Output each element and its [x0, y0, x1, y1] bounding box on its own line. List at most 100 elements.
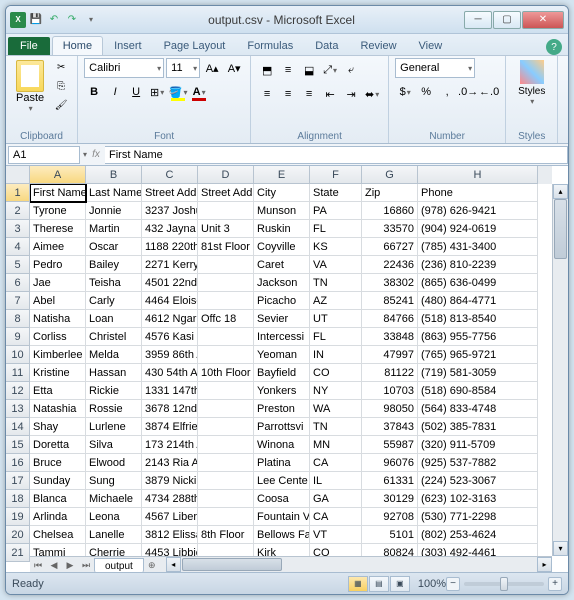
cell[interactable]: Etta	[30, 382, 86, 400]
italic-button[interactable]: I	[105, 82, 125, 102]
zoom-thumb[interactable]	[500, 577, 508, 591]
cell[interactable]: Doretta	[30, 436, 86, 454]
cell[interactable]: Yonkers	[254, 382, 310, 400]
save-icon[interactable]: 💾	[28, 12, 44, 28]
name-box[interactable]: A1	[8, 146, 80, 164]
select-all-corner[interactable]	[6, 166, 30, 184]
align-top-button[interactable]: ⬒	[257, 60, 277, 80]
cell[interactable]: Yeoman	[254, 346, 310, 364]
border-button[interactable]: ⊞▾	[147, 82, 167, 102]
tab-data[interactable]: Data	[304, 36, 349, 55]
cell[interactable]: 1188 220th	[142, 238, 198, 256]
new-sheet-button[interactable]: ⊕	[144, 560, 160, 571]
cell[interactable]: 4576 Kasi St	[142, 328, 198, 346]
underline-button[interactable]: U	[126, 82, 146, 102]
cell[interactable]: Silva	[86, 436, 142, 454]
align-middle-button[interactable]: ≡	[278, 60, 298, 80]
styles-button[interactable]: Styles ▾	[512, 58, 551, 108]
cell[interactable]: Jackson	[254, 274, 310, 292]
increase-indent-button[interactable]: ⇥	[341, 84, 361, 104]
cell[interactable]: Coyville	[254, 238, 310, 256]
cells-button[interactable]: Cells ▾	[564, 58, 569, 108]
percent-button[interactable]: %	[416, 82, 436, 102]
cell[interactable]: Shay	[30, 418, 86, 436]
tab-home[interactable]: Home	[52, 36, 103, 55]
cell[interactable]: (480) 864-4771	[418, 292, 538, 310]
cell[interactable]: 22436	[362, 256, 418, 274]
cell[interactable]	[198, 472, 254, 490]
tab-review[interactable]: Review	[349, 36, 407, 55]
align-right-button[interactable]: ≡	[299, 84, 319, 104]
cell[interactable]: (224) 523-3067	[418, 472, 538, 490]
cell[interactable]: Sung	[86, 472, 142, 490]
cell[interactable]: (978) 626-9421	[418, 202, 538, 220]
cell[interactable]: Bailey	[86, 256, 142, 274]
cell[interactable]: Picacho	[254, 292, 310, 310]
minimize-button[interactable]: ─	[464, 11, 492, 29]
cell[interactable]: Sunday	[30, 472, 86, 490]
cell[interactable]: 30129	[362, 490, 418, 508]
orientation-button[interactable]: ⤢▾	[320, 60, 340, 80]
cell[interactable]: (865) 636-0499	[418, 274, 538, 292]
row-header[interactable]: 18	[6, 490, 30, 508]
cell[interactable]: (785) 431-3400	[418, 238, 538, 256]
cell[interactable]: Bayfield	[254, 364, 310, 382]
cell[interactable]: Street Address	[142, 184, 198, 202]
row-header[interactable]: 8	[6, 310, 30, 328]
maximize-button[interactable]: ▢	[493, 11, 521, 29]
row-header[interactable]: 10	[6, 346, 30, 364]
cell[interactable]: Loan	[86, 310, 142, 328]
cell[interactable]: 10th Floor	[198, 364, 254, 382]
cell[interactable]: Michaele	[86, 490, 142, 508]
cell[interactable]: Chelsea	[30, 526, 86, 544]
cell[interactable]: 16860	[362, 202, 418, 220]
cell[interactable]: State	[310, 184, 362, 202]
cell[interactable]: Martin	[86, 220, 142, 238]
cell[interactable]: (623) 102-3163	[418, 490, 538, 508]
cell[interactable]: Melda	[86, 346, 142, 364]
cell[interactable]: (518) 690-8584	[418, 382, 538, 400]
cell[interactable]: 3874 Elfriede St	[142, 418, 198, 436]
cell[interactable]: 10703	[362, 382, 418, 400]
cell[interactable]: UT	[310, 310, 362, 328]
row-header[interactable]: 3	[6, 220, 30, 238]
cell[interactable]: (502) 385-7831	[418, 418, 538, 436]
cell[interactable]: 80824	[362, 544, 418, 556]
zoom-slider[interactable]	[464, 582, 544, 586]
merge-button[interactable]: ⬌▾	[362, 84, 382, 104]
cell[interactable]: Leona	[86, 508, 142, 526]
cell[interactable]: Therese	[30, 220, 86, 238]
increase-decimal-button[interactable]: .0→	[458, 82, 478, 102]
scroll-up-button[interactable]: ▴	[553, 184, 568, 199]
col-header-A[interactable]: A	[30, 166, 86, 184]
cell[interactable]	[198, 454, 254, 472]
cell[interactable]: Abel	[30, 292, 86, 310]
cell[interactable]: 3879 Nicki St	[142, 472, 198, 490]
cell[interactable]: 55987	[362, 436, 418, 454]
cell[interactable]	[198, 292, 254, 310]
cell[interactable]: 430 54th A	[142, 364, 198, 382]
cell[interactable]	[198, 436, 254, 454]
col-header-C[interactable]: C	[142, 166, 198, 184]
row-header[interactable]: 6	[6, 274, 30, 292]
cell[interactable]: Sevier	[254, 310, 310, 328]
cell[interactable]: Coosa	[254, 490, 310, 508]
cell[interactable]	[198, 544, 254, 556]
help-button[interactable]: ?	[546, 39, 562, 55]
wrap-text-button[interactable]: ⤶	[341, 60, 361, 80]
cell[interactable]: City	[254, 184, 310, 202]
cell[interactable]: 2271 Kerry St	[142, 256, 198, 274]
cell[interactable]: Natisha	[30, 310, 86, 328]
redo-icon[interactable]: ↷	[64, 12, 80, 28]
scroll-right-button[interactable]: ▸	[537, 557, 552, 572]
cell[interactable]: Aimee	[30, 238, 86, 256]
fill-color-button[interactable]: 🪣▾	[168, 82, 188, 102]
cell[interactable]: 3237 Joshua Wy	[142, 202, 198, 220]
cell[interactable]	[198, 490, 254, 508]
cell[interactable]: (802) 253-4624	[418, 526, 538, 544]
cell[interactable]: 96076	[362, 454, 418, 472]
align-center-button[interactable]: ≡	[278, 84, 298, 104]
tab-nav-prev[interactable]: ◀	[46, 560, 62, 571]
row-header[interactable]: 19	[6, 508, 30, 526]
vertical-scrollbar[interactable]: ▴ ▾	[552, 184, 568, 556]
